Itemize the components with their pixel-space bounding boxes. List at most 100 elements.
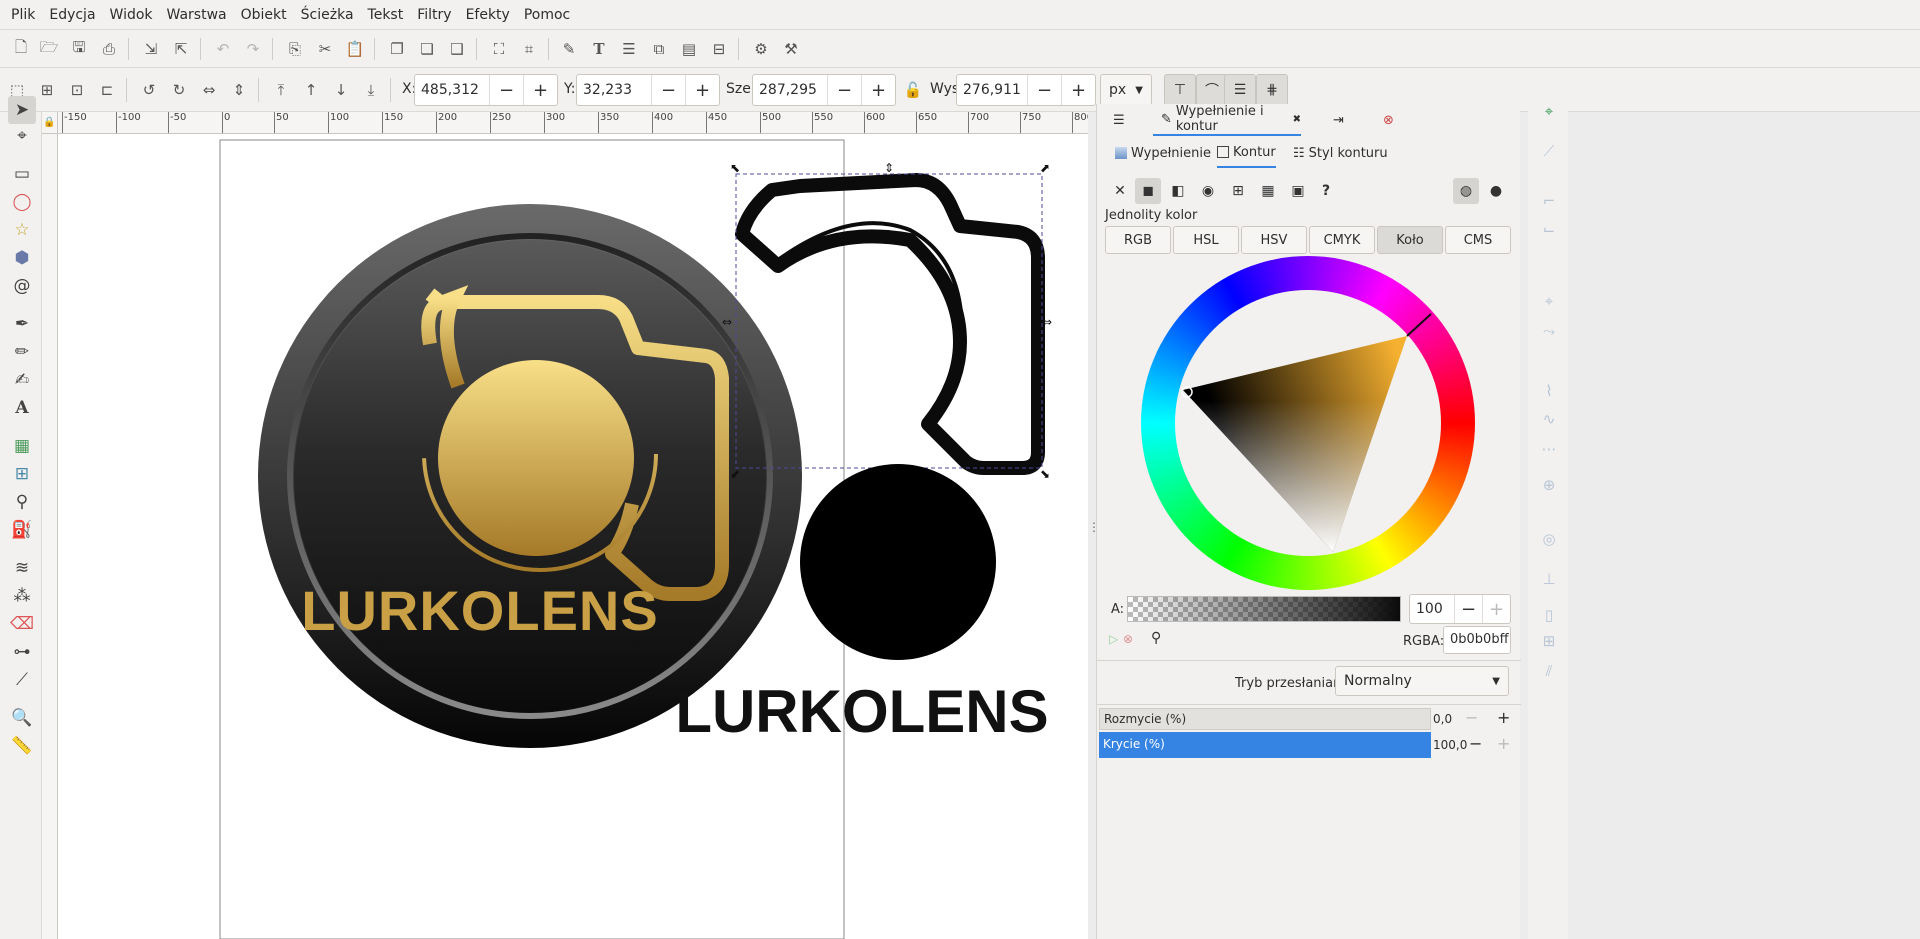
clone-icon[interactable]: ❏	[414, 36, 440, 62]
redo-icon[interactable]: ↷	[240, 36, 266, 62]
unlink-clone-icon[interactable]: ❑	[444, 36, 470, 62]
snap-rotation-center-icon[interactable]: ◎	[1536, 526, 1562, 552]
text-font-icon[interactable]: T	[586, 36, 612, 62]
calligraphy-tool-icon[interactable]: ✍	[8, 366, 36, 394]
drawing-canvas[interactable]: LURKOLENS ⬉ ⇕ ⬈ ⇔ ⇔ ⬋ ⇕ ⬊ LURKOLENS	[58, 134, 1088, 939]
snap-path-icon[interactable]: ⤳	[1536, 318, 1562, 344]
swatch-icon[interactable]: ▣	[1285, 178, 1311, 204]
mesh-gradient-icon[interactable]: ⊞	[1225, 178, 1251, 204]
snap-bbox-edge-icon[interactable]: ⌐	[1536, 188, 1562, 214]
select-same-icon[interactable]: ⊡	[64, 77, 90, 103]
blur-decrement-button[interactable]: −	[1465, 708, 1478, 727]
width-value[interactable]: 287,295	[753, 82, 827, 98]
align-distribute-icon[interactable]: ⊟	[706, 36, 732, 62]
snap-cusp-icon[interactable]: ⌇	[1536, 378, 1562, 404]
zoom-tool-icon[interactable]: 🔍	[8, 704, 36, 732]
y-decrement-button[interactable]: −	[651, 75, 685, 105]
x-decrement-button[interactable]: −	[489, 75, 523, 105]
scale-handle-tr[interactable]: ⬈	[1040, 161, 1050, 175]
duplicate-icon[interactable]: ❐	[384, 36, 410, 62]
alpha-value[interactable]: 100	[1410, 601, 1454, 617]
fill-rule-evenodd-icon[interactable]: ◍	[1453, 178, 1479, 204]
logo-text-gold[interactable]: LURKOLENS	[301, 579, 658, 642]
move-gradients-icon[interactable]: ☰	[1224, 74, 1256, 106]
dock-handle-icon[interactable]: ⋮	[1088, 520, 1100, 540]
cut-icon[interactable]: ✂	[312, 36, 338, 62]
pattern-icon[interactable]: ▦	[1255, 178, 1281, 204]
print-icon[interactable]: ⎙	[96, 36, 122, 62]
document-properties-icon[interactable]: ⚒	[778, 36, 804, 62]
scale-handle-br[interactable]: ⬊	[1040, 467, 1050, 481]
selector-tool-icon[interactable]: ➤	[8, 96, 36, 124]
width-field[interactable]: 287,295 − +	[752, 74, 896, 106]
connector-tool-icon[interactable]: ⊶	[8, 638, 36, 666]
gold-lens[interactable]	[438, 360, 634, 556]
black-circle[interactable]	[800, 464, 996, 660]
spray-tool-icon[interactable]: ⁂	[8, 582, 36, 610]
open-icon[interactable]: 🗁	[36, 36, 62, 62]
snap-page-icon[interactable]: ▯	[1536, 602, 1562, 628]
deselect-icon[interactable]: ⊏	[94, 77, 120, 103]
flip-horizontal-icon[interactable]: ⇔	[196, 77, 222, 103]
subtab-fill[interactable]: Wypełnienie	[1115, 138, 1211, 168]
width-decrement-button[interactable]: −	[827, 75, 861, 105]
color-triangle[interactable]	[1141, 256, 1475, 590]
linear-gradient-icon[interactable]: ◧	[1165, 178, 1191, 204]
mode-rgb[interactable]: RGB	[1105, 226, 1171, 254]
lower-icon[interactable]: ↓	[328, 77, 354, 103]
node-tool-icon[interactable]: ⌖	[8, 122, 36, 150]
import-icon[interactable]: ⇲	[138, 36, 164, 62]
menu-object[interactable]: Obiekt	[234, 0, 294, 30]
menu-text[interactable]: Tekst	[361, 0, 411, 30]
tab-fill-stroke[interactable]: ✎ Wypełnienie i kontur ✖	[1153, 104, 1301, 136]
tweak-tool-icon[interactable]: ≋	[8, 554, 36, 582]
flip-vertical-icon[interactable]: ⇕	[226, 77, 252, 103]
layers-icon[interactable]: ☰	[616, 36, 642, 62]
lock-ratio-icon[interactable]: 🔓	[900, 77, 926, 103]
opacity-slider[interactable]: Krycie (%)	[1099, 732, 1431, 758]
scale-handle-top[interactable]: ⇕	[884, 161, 894, 175]
rotate-cw-icon[interactable]: ↻	[166, 77, 192, 103]
undo-icon[interactable]: ↶	[210, 36, 236, 62]
snap-nodes-icon[interactable]: ⌖	[1536, 288, 1562, 314]
measure-tool-icon[interactable]: 📏	[8, 732, 36, 760]
alpha-field[interactable]: 100 − +	[1409, 594, 1511, 624]
lower-to-bottom-icon[interactable]: ⤓	[358, 77, 384, 103]
spiral-tool-icon[interactable]: @	[8, 272, 36, 300]
gradient-tool-icon[interactable]: ▦	[8, 432, 36, 460]
mode-wheel[interactable]: Koło	[1377, 226, 1443, 254]
rectangle-tool-icon[interactable]: ▭	[8, 160, 36, 188]
height-decrement-button[interactable]: −	[1027, 75, 1061, 105]
snap-center-icon[interactable]: ⊕	[1536, 472, 1562, 498]
eraser-tool-icon[interactable]: ⌫	[8, 610, 36, 638]
width-increment-button[interactable]: +	[861, 75, 895, 105]
save-icon[interactable]: 🖫	[66, 36, 92, 62]
height-field[interactable]: 276,911 − +	[956, 74, 1096, 106]
snap-smooth-icon[interactable]: ∿	[1536, 406, 1562, 432]
radial-gradient-icon[interactable]: ◉	[1195, 178, 1221, 204]
scale-handle-right[interactable]: ⇔	[1042, 315, 1052, 329]
y-value[interactable]: 32,233	[577, 82, 651, 98]
unit-select[interactable]: px ▼	[1100, 74, 1152, 106]
x-field[interactable]: 485,312 − +	[414, 74, 558, 106]
group-icon[interactable]: ⛶	[486, 36, 512, 62]
unset-paint-icon[interactable]: ?	[1313, 178, 1339, 204]
star-tool-icon[interactable]: ☆	[8, 216, 36, 244]
export-icon[interactable]: ⇱	[168, 36, 194, 62]
snap-bbox-icon[interactable]: ⟋	[1536, 138, 1562, 164]
pencil-tool-icon[interactable]: ✏	[8, 338, 36, 366]
menu-layer[interactable]: Warstwa	[160, 0, 234, 30]
new-document-icon[interactable]: 🗋	[8, 36, 34, 62]
logo-text-black[interactable]: LURKOLENS	[675, 678, 1048, 745]
xml-editor-icon[interactable]: ⧉	[646, 36, 672, 62]
opacity-decrement-button[interactable]: −	[1469, 734, 1482, 753]
snap-toggle-icon[interactable]: ⌖	[1536, 98, 1562, 124]
raise-icon[interactable]: ↑	[298, 77, 324, 103]
pen-tool-icon[interactable]: ✒	[8, 310, 36, 338]
preferences-icon[interactable]: ⚙	[748, 36, 774, 62]
menu-view[interactable]: Widok	[103, 0, 160, 30]
height-value[interactable]: 276,911	[957, 82, 1027, 98]
text-tool-icon[interactable]: A	[8, 394, 36, 422]
ruler-lock-icon[interactable]: 🔒	[42, 112, 58, 134]
copy-icon[interactable]: ⎘	[282, 36, 308, 62]
